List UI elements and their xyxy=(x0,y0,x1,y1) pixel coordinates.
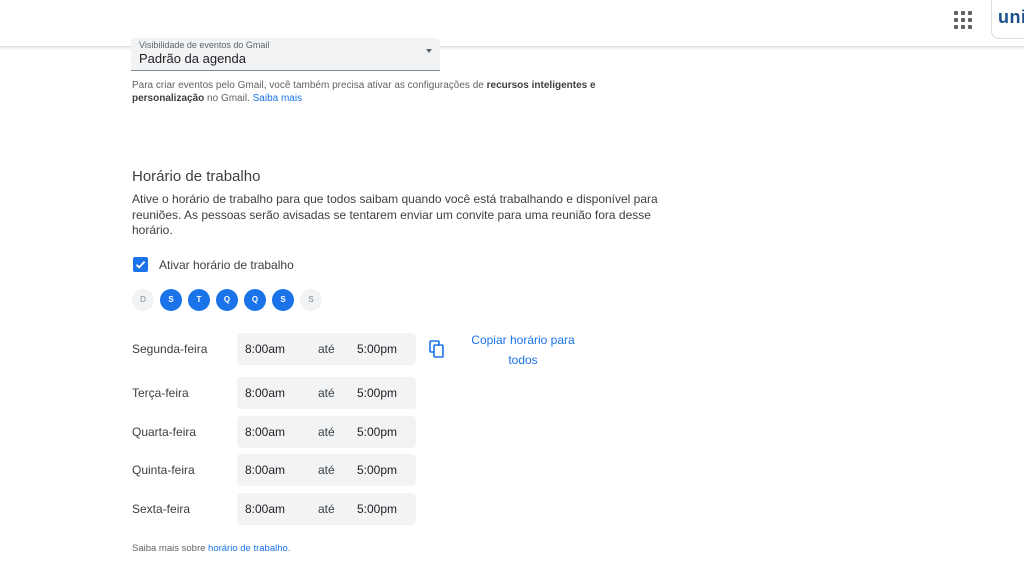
day-toggle-friday[interactable]: S xyxy=(272,289,294,311)
row-label-friday: Sexta-feira xyxy=(132,502,191,516)
copy-icon[interactable] xyxy=(429,340,445,363)
working-hours-help-link[interactable]: horário de trabalho xyxy=(208,543,288,554)
end-time[interactable]: 5:00pm xyxy=(357,342,397,356)
time-separator: até xyxy=(318,386,335,400)
day-toggle-monday[interactable]: S xyxy=(160,289,182,311)
row-label-thursday: Quinta-feira xyxy=(132,463,195,477)
end-time[interactable]: 5:00pm xyxy=(357,502,397,516)
end-time[interactable]: 5:00pm xyxy=(357,425,397,439)
time-separator: até xyxy=(318,425,335,439)
row-label-monday: Segunda-feira xyxy=(132,342,208,356)
time-range-thursday: 8:00am até 5:00pm xyxy=(237,454,416,486)
time-separator: até xyxy=(318,342,335,356)
start-time[interactable]: 8:00am xyxy=(245,425,285,439)
working-hours-description: Ative o horário de trabalho para que tod… xyxy=(132,192,658,237)
time-separator: até xyxy=(318,502,335,516)
day-toggle-saturday[interactable]: S xyxy=(300,289,322,311)
learn-more-link[interactable]: Saiba mais xyxy=(253,93,302,104)
day-toggle-sunday[interactable]: D xyxy=(132,289,154,311)
select-label: Visibilidade de eventos do Gmail xyxy=(139,40,270,50)
note-text-after: no Gmail. xyxy=(204,93,253,104)
day-toggle-thursday[interactable]: Q xyxy=(244,289,266,311)
check-icon xyxy=(135,260,146,269)
enable-working-hours-checkbox[interactable] xyxy=(133,257,148,272)
day-toggle-tuesday[interactable]: T xyxy=(188,289,210,311)
start-time[interactable]: 8:00am xyxy=(245,386,285,400)
dropdown-arrow-icon xyxy=(426,49,432,53)
note-text: Para criar eventos pelo Gmail, você tamb… xyxy=(132,80,487,91)
row-label-tuesday: Terça-feira xyxy=(132,386,189,400)
apps-grid-icon[interactable] xyxy=(954,11,972,29)
brand-text: uni xyxy=(998,7,1024,27)
footer-end: . xyxy=(287,543,291,554)
select-value: Padrão da agenda xyxy=(139,51,246,66)
working-hours-footer: Saiba mais sobre horário de trabalho. xyxy=(132,543,290,554)
gmail-settings-note: Para criar eventos pelo Gmail, você tamb… xyxy=(132,79,632,105)
end-time[interactable]: 5:00pm xyxy=(357,463,397,477)
time-range-tuesday: 8:00am até 5:00pm xyxy=(237,377,416,409)
enable-working-hours-label: Ativar horário de trabalho xyxy=(159,258,294,272)
start-time[interactable]: 8:00am xyxy=(245,463,285,477)
gmail-events-visibility-select[interactable]: Visibilidade de eventos do Gmail Padrão … xyxy=(131,38,440,71)
day-toggle-wednesday[interactable]: Q xyxy=(216,289,238,311)
time-range-wednesday: 8:00am até 5:00pm xyxy=(237,416,416,448)
brand-logo[interactable]: uni xyxy=(991,0,1024,39)
start-time[interactable]: 8:00am xyxy=(245,342,285,356)
end-time[interactable]: 5:00pm xyxy=(357,386,397,400)
time-separator: até xyxy=(318,463,335,477)
time-range-monday: 8:00am até 5:00pm xyxy=(237,333,416,365)
time-range-friday: 8:00am até 5:00pm xyxy=(237,493,416,525)
copy-hours-to-all-button[interactable]: Copiar horário para todos xyxy=(461,330,585,370)
start-time[interactable]: 8:00am xyxy=(245,502,285,516)
footer-text: Saiba mais sobre xyxy=(132,543,209,554)
row-label-wednesday: Quarta-feira xyxy=(132,425,197,439)
working-hours-title: Horário de trabalho xyxy=(132,168,261,185)
